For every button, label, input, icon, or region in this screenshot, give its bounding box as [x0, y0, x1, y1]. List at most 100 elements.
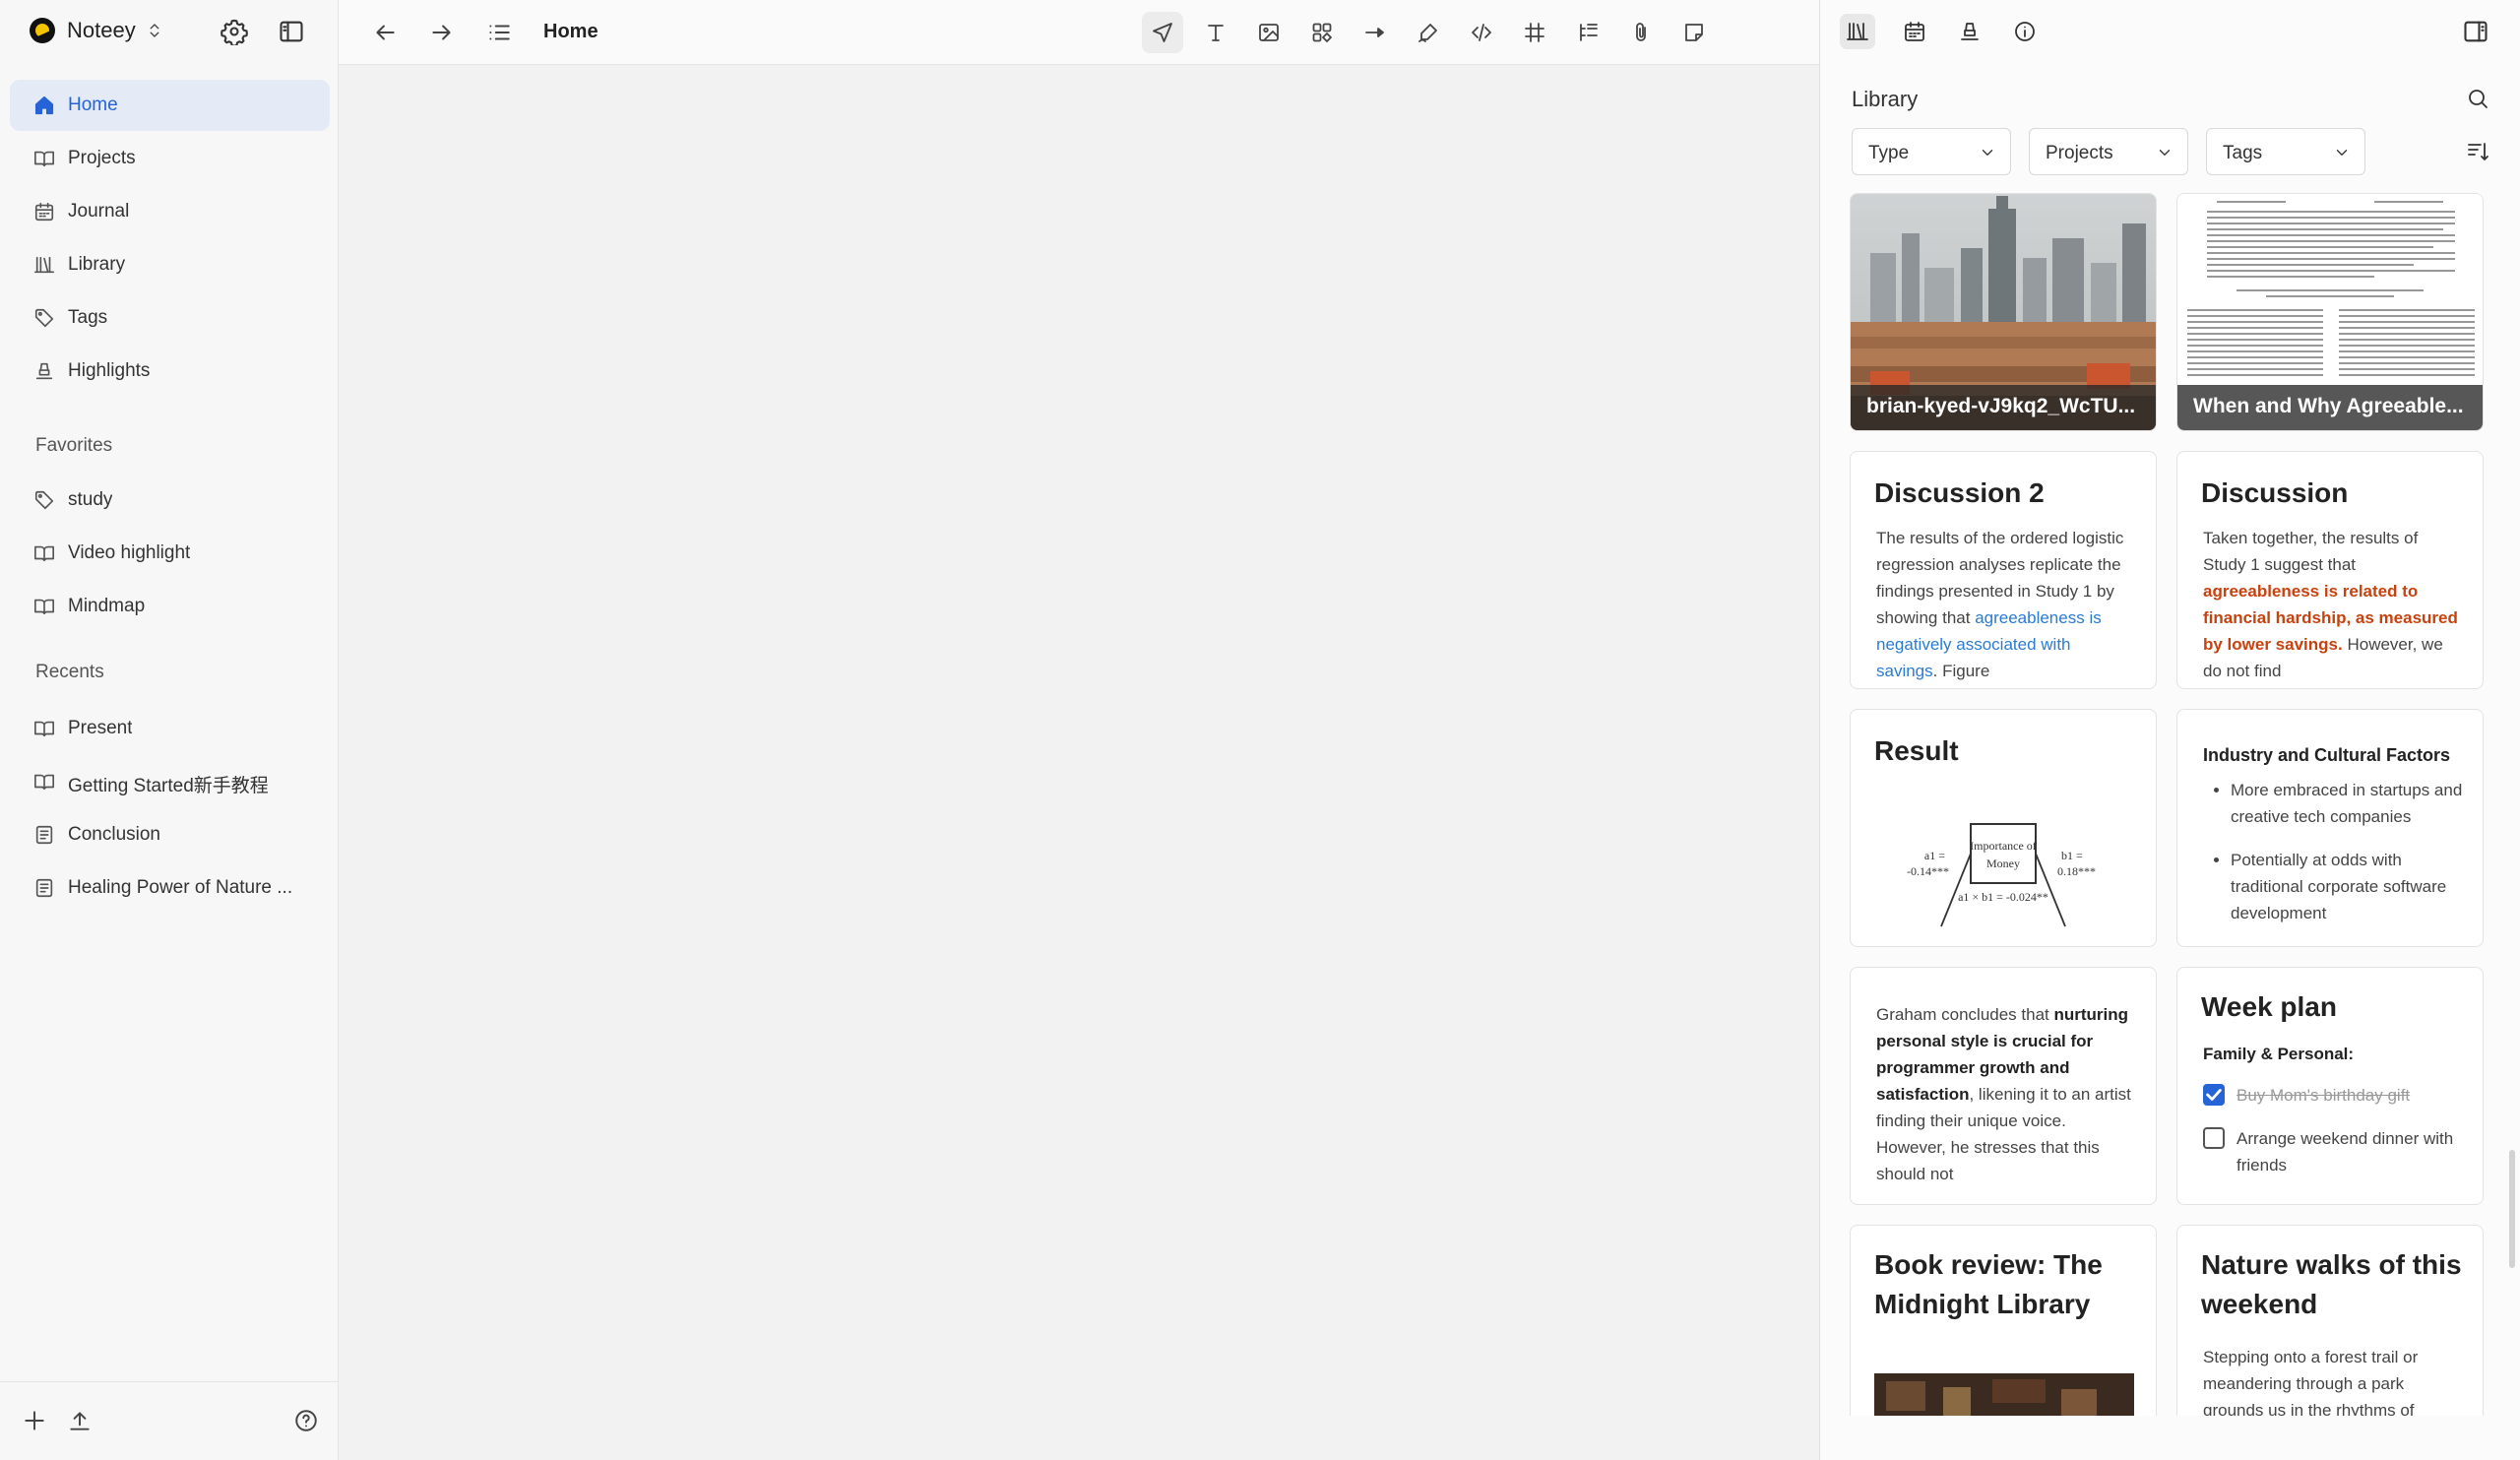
book-icon — [33, 542, 55, 564]
list-icon[interactable] — [486, 20, 512, 45]
sidebar-item-label: Highlights — [68, 360, 151, 381]
sidebar-item-healing-power[interactable]: Healing Power of Nature ... — [10, 862, 330, 914]
excerpt-text: . Figure — [1932, 662, 1990, 680]
sidebar-item-library[interactable]: Library — [10, 239, 330, 290]
filter-type-dropdown[interactable]: Type — [1852, 128, 2011, 175]
tool-arrow[interactable] — [1354, 12, 1396, 53]
library-card-discussion[interactable]: Discussion Taken together, the results o… — [2176, 451, 2484, 689]
sort-icon[interactable] — [2466, 140, 2489, 163]
card-title: Nature walks of this weekend — [2201, 1249, 2462, 1319]
panel-tab-info[interactable] — [2007, 14, 2043, 49]
tool-pen[interactable] — [1408, 12, 1449, 53]
tool-shapes[interactable] — [1301, 12, 1343, 53]
upload-icon[interactable] — [67, 1408, 93, 1433]
todo-checkbox[interactable] — [2203, 1127, 2225, 1149]
card-title: Result — [1874, 735, 1959, 766]
library-card-result[interactable]: Result Importance of Money a1 = -0.14***… — [1850, 709, 2157, 947]
pen-icon — [1417, 21, 1440, 44]
tool-code[interactable] — [1461, 12, 1502, 53]
sidebar-item-journal[interactable]: Journal — [10, 186, 330, 237]
todo-checkbox-checked[interactable] — [2203, 1084, 2225, 1106]
card-title: Week plan — [2201, 991, 2337, 1022]
tool-text[interactable] — [1195, 12, 1236, 53]
tag-icon — [33, 489, 55, 511]
book-icon — [33, 148, 55, 169]
library-icon — [1846, 20, 1869, 43]
library-card-image[interactable]: brian-kyed-vJ9kq2_WcTU... — [1850, 193, 2157, 431]
sidebar-toggle-icon[interactable] — [278, 18, 305, 45]
sidebar-item-present[interactable]: Present — [10, 703, 330, 754]
todo-item: Arrange weekend dinner with friends — [2236, 1129, 2454, 1174]
gear-icon[interactable] — [220, 18, 248, 45]
filter-projects-dropdown[interactable]: Projects — [2029, 128, 2188, 175]
card-title: Industry and Cultural Factors — [2203, 745, 2451, 765]
sidebar-item-video-highlight[interactable]: Video highlight — [10, 528, 330, 579]
library-icon — [33, 254, 55, 276]
library-card-week-plan[interactable]: Week plan Family & Personal: Buy Mom's b… — [2176, 967, 2484, 1205]
sidebar-item-study[interactable]: study — [10, 475, 330, 526]
library-card-industry[interactable]: Industry and Cultural Factors More embra… — [2176, 709, 2484, 947]
tool-outline[interactable] — [1567, 12, 1608, 53]
panel-tab-library[interactable] — [1840, 14, 1875, 49]
tool-image[interactable] — [1248, 12, 1290, 53]
recents-heading: Recents — [35, 662, 104, 682]
plus-icon[interactable] — [22, 1408, 47, 1433]
main-canvas[interactable]: Home — [339, 0, 1819, 1460]
help-icon[interactable] — [293, 1408, 319, 1433]
card-excerpt: Taken together, the results of Study 1 s… — [2203, 525, 2461, 684]
card-image-title: brian-kyed-vJ9kq2_WcTU... — [1851, 385, 2156, 430]
sidebar-item-conclusion[interactable]: Conclusion — [10, 809, 330, 860]
diagram-left-label: a1 = — [1924, 849, 1945, 862]
library-card-graham[interactable]: Graham concludes that nurturing personal… — [1850, 967, 2157, 1205]
card-excerpt: Stepping onto a forest trail or meanderi… — [2203, 1348, 2419, 1416]
sidebar-item-label: Tags — [68, 307, 108, 328]
search-icon[interactable] — [2466, 87, 2489, 110]
sticky-note-icon — [1682, 21, 1706, 44]
home-icon — [33, 95, 55, 116]
panel-scrollbar[interactable] — [2509, 1150, 2515, 1268]
sidebar-item-label: study — [68, 489, 113, 510]
library-card-nature-walks[interactable]: Nature walks of this weekend Stepping on… — [2176, 1225, 2484, 1416]
chevron-down-icon — [1979, 144, 1996, 161]
library-card-book-review[interactable]: Book review: The Midnight Library — [1850, 1225, 2157, 1416]
sidebar-item-home[interactable]: Home — [10, 80, 330, 131]
highlighter-icon — [1958, 20, 1982, 43]
filter-label: Type — [1868, 143, 1910, 163]
filter-tags-dropdown[interactable]: Tags — [2206, 128, 2365, 175]
panel-tab-journal[interactable] — [1897, 14, 1932, 49]
tool-attach[interactable] — [1620, 12, 1662, 53]
library-card-pdf[interactable]: When and Why Agreeable... — [2176, 193, 2484, 431]
card-excerpt: The results of the ordered logistic regr… — [1876, 525, 2134, 684]
sidebar: Noteey Home Projects Journal Library Tag… — [0, 0, 339, 1460]
right-panel-toggle-icon[interactable] — [2462, 18, 2489, 45]
note-icon — [33, 877, 55, 899]
tool-select[interactable] — [1142, 12, 1183, 53]
text-icon — [1204, 21, 1228, 44]
forward-arrow-icon[interactable] — [429, 20, 455, 45]
tool-frame[interactable] — [1514, 12, 1555, 53]
sidebar-item-label: Projects — [68, 148, 136, 168]
sidebar-item-projects[interactable]: Projects — [10, 133, 330, 184]
card-excerpt: Graham concludes that nurturing personal… — [1876, 1001, 2134, 1187]
tag-icon — [33, 307, 55, 329]
chevron-updown-icon[interactable] — [146, 21, 163, 40]
sidebar-item-label: Healing Power of Nature ... — [68, 877, 293, 898]
shapes-icon — [1310, 21, 1334, 44]
sidebar-item-label: Journal — [68, 201, 130, 222]
library-card-discussion-2[interactable]: Discussion 2 The results of the ordered … — [1850, 451, 2157, 689]
arrow-icon — [1363, 21, 1387, 44]
card-pdf-title: When and Why Agreeable... — [2177, 385, 2483, 430]
panel-tab-highlights[interactable] — [1952, 14, 1987, 49]
sidebar-item-tags[interactable]: Tags — [10, 292, 330, 344]
sidebar-item-label: Conclusion — [68, 824, 160, 845]
tool-sticky-note[interactable] — [1673, 12, 1715, 53]
image-icon — [1257, 21, 1281, 44]
sidebar-item-getting-started[interactable]: Getting Started新手教程 — [10, 756, 330, 807]
panel-bottom-bar — [1820, 1417, 2520, 1460]
back-arrow-icon[interactable] — [372, 20, 398, 45]
code-icon — [1470, 21, 1493, 44]
sidebar-item-highlights[interactable]: Highlights — [10, 346, 330, 397]
sidebar-item-mindmap[interactable]: Mindmap — [10, 581, 330, 632]
workspace-name[interactable]: Noteey — [67, 18, 136, 43]
library-panel: Library Type Projects Tags brian-kyed-vJ… — [1819, 0, 2520, 1460]
